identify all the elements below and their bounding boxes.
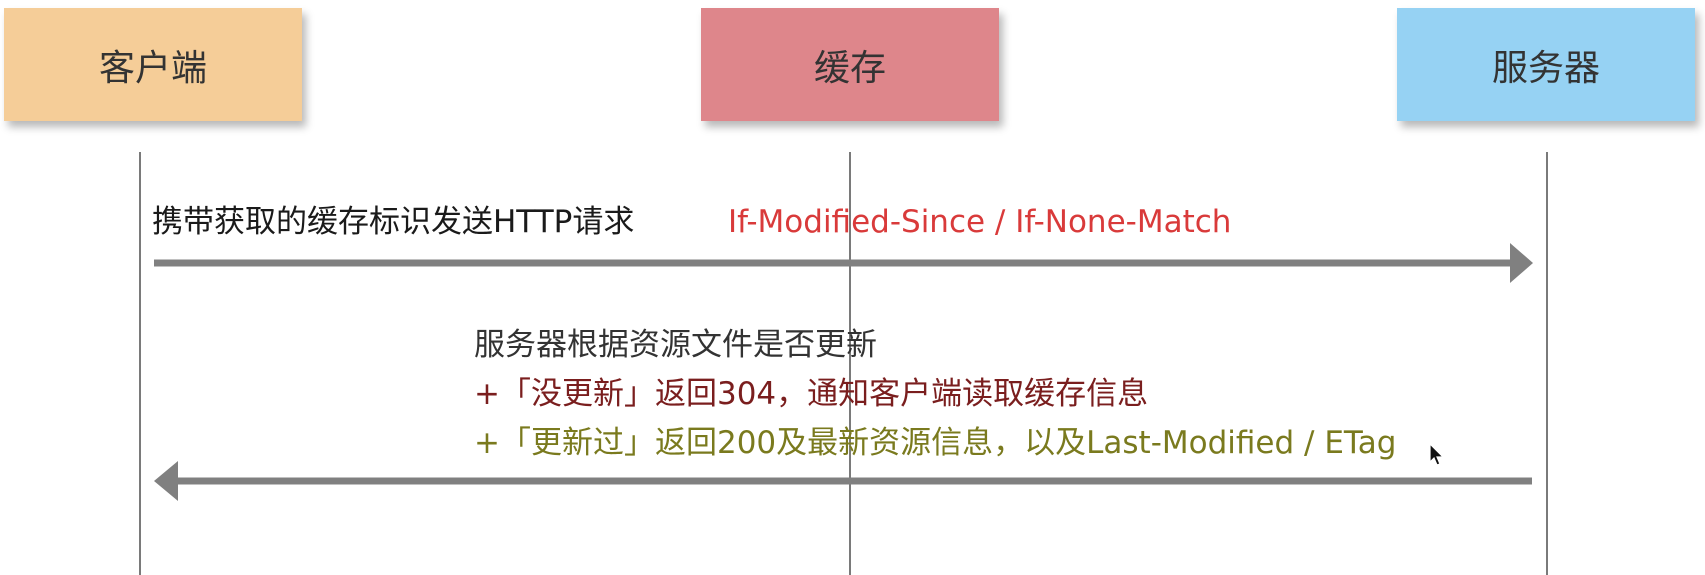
server-box: 服务器: [1397, 8, 1695, 121]
request-arrow: [154, 243, 1533, 283]
request-label: 携带获取的缓存标识发送HTTP请求: [152, 204, 635, 240]
sequence-diagram: 客户端 缓存 服务器 携带获取的缓存标识发送HTTP请求 If-Modified…: [0, 0, 1705, 575]
response-modified: +「更新过」返回200及最新资源信息，以及Last-Modified / ETa…: [474, 425, 1397, 461]
client-box: 客户端: [4, 8, 302, 121]
server-lifeline: [1546, 152, 1548, 575]
mouse-pointer-icon: [1429, 443, 1445, 466]
client-lifeline: [139, 152, 141, 575]
client-label: 客户端: [98, 47, 207, 89]
cache-label: 缓存: [813, 47, 886, 89]
cache-box: 缓存: [701, 8, 999, 121]
server-label: 服务器: [1491, 47, 1600, 89]
response-arrow: [154, 461, 1532, 501]
response-not-modified: +「没更新」返回304，通知客户端读取缓存信息: [474, 376, 1149, 412]
response-description: 服务器根据资源文件是否更新: [474, 327, 877, 363]
request-headers: If-Modified-Since / If-None-Match: [728, 204, 1232, 240]
